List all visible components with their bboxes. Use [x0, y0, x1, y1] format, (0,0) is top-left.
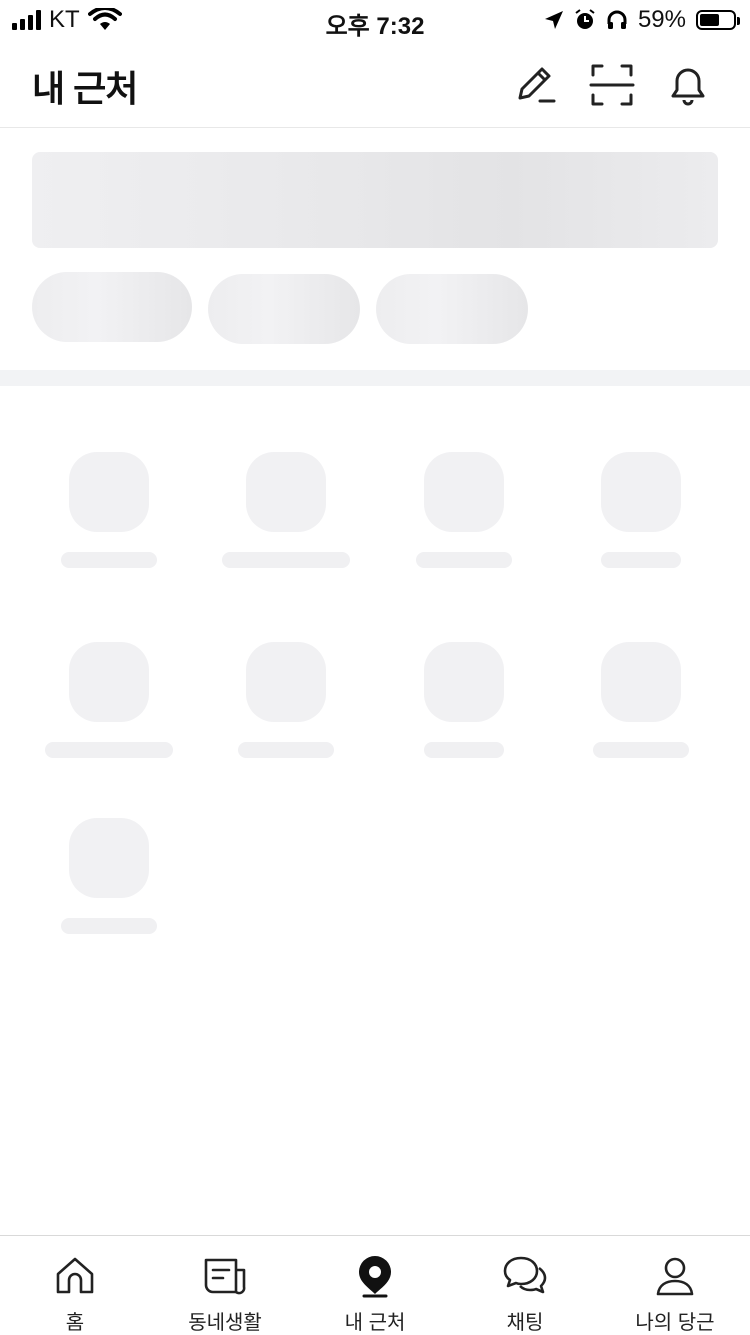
tile-label-skeleton — [593, 742, 689, 758]
scan-icon[interactable] — [589, 62, 635, 108]
tab-label: 동네생활 — [188, 1312, 262, 1334]
tab-my-carrot[interactable]: 나의 당근 — [600, 1236, 750, 1335]
app-header: 내 근처 — [0, 40, 750, 128]
tile-label-skeleton — [61, 918, 157, 934]
tile-icon-skeleton — [601, 642, 681, 722]
headphones-icon — [607, 10, 627, 29]
chip-skeleton — [376, 274, 528, 344]
status-bar: KT 오후 7:32 59% — [0, 0, 750, 40]
edit-icon[interactable] — [512, 62, 558, 108]
battery-icon — [696, 10, 740, 30]
banner-skeleton — [32, 152, 718, 248]
alarm-icon — [575, 9, 595, 29]
tile-icon-skeleton — [246, 642, 326, 722]
tile-icon-skeleton — [69, 642, 149, 722]
tile-label-skeleton — [45, 742, 173, 758]
tab-label: 채팅 — [506, 1312, 544, 1334]
tab-nearby[interactable]: 내 근처 — [300, 1236, 450, 1335]
tile-label-skeleton — [222, 552, 350, 568]
tile-icon-skeleton — [246, 452, 326, 532]
location-arrow-icon — [544, 11, 563, 29]
newspaper-icon — [203, 1254, 247, 1298]
tab-label: 내 근처 — [344, 1312, 406, 1334]
tile-icon-skeleton — [601, 452, 681, 532]
tile-icon-skeleton — [424, 452, 504, 532]
status-right: 59% — [544, 6, 740, 34]
tile-icon-skeleton — [69, 818, 149, 898]
tab-label: 나의 당근 — [635, 1312, 715, 1334]
tab-neighborhood[interactable]: 동네생활 — [150, 1236, 300, 1335]
tile-icon-skeleton — [424, 642, 504, 722]
battery-percent: 59% — [637, 6, 686, 33]
tab-chat[interactable]: 채팅 — [450, 1236, 600, 1335]
location-pin-icon — [353, 1254, 397, 1298]
tile-icon-skeleton — [69, 452, 149, 532]
chat-icon — [503, 1254, 547, 1298]
bottom-tab-bar: 홈 동네생활 내 근처 채팅 나의 당근 — [0, 1235, 750, 1334]
section-divider — [0, 370, 750, 386]
home-icon — [53, 1254, 97, 1298]
tile-label-skeleton — [424, 742, 504, 758]
tab-label: 홈 — [65, 1312, 85, 1334]
tile-label-skeleton — [601, 552, 681, 568]
bell-icon[interactable] — [665, 62, 711, 108]
chip-skeleton — [208, 274, 360, 344]
tile-label-skeleton — [61, 552, 157, 568]
person-icon — [653, 1254, 697, 1298]
tile-label-skeleton — [416, 552, 512, 568]
tile-label-skeleton — [238, 742, 334, 758]
battery-fill — [700, 14, 719, 26]
tab-home[interactable]: 홈 — [0, 1236, 150, 1335]
chip-skeleton — [32, 272, 192, 342]
page-title: 내 근처 — [32, 68, 138, 109]
